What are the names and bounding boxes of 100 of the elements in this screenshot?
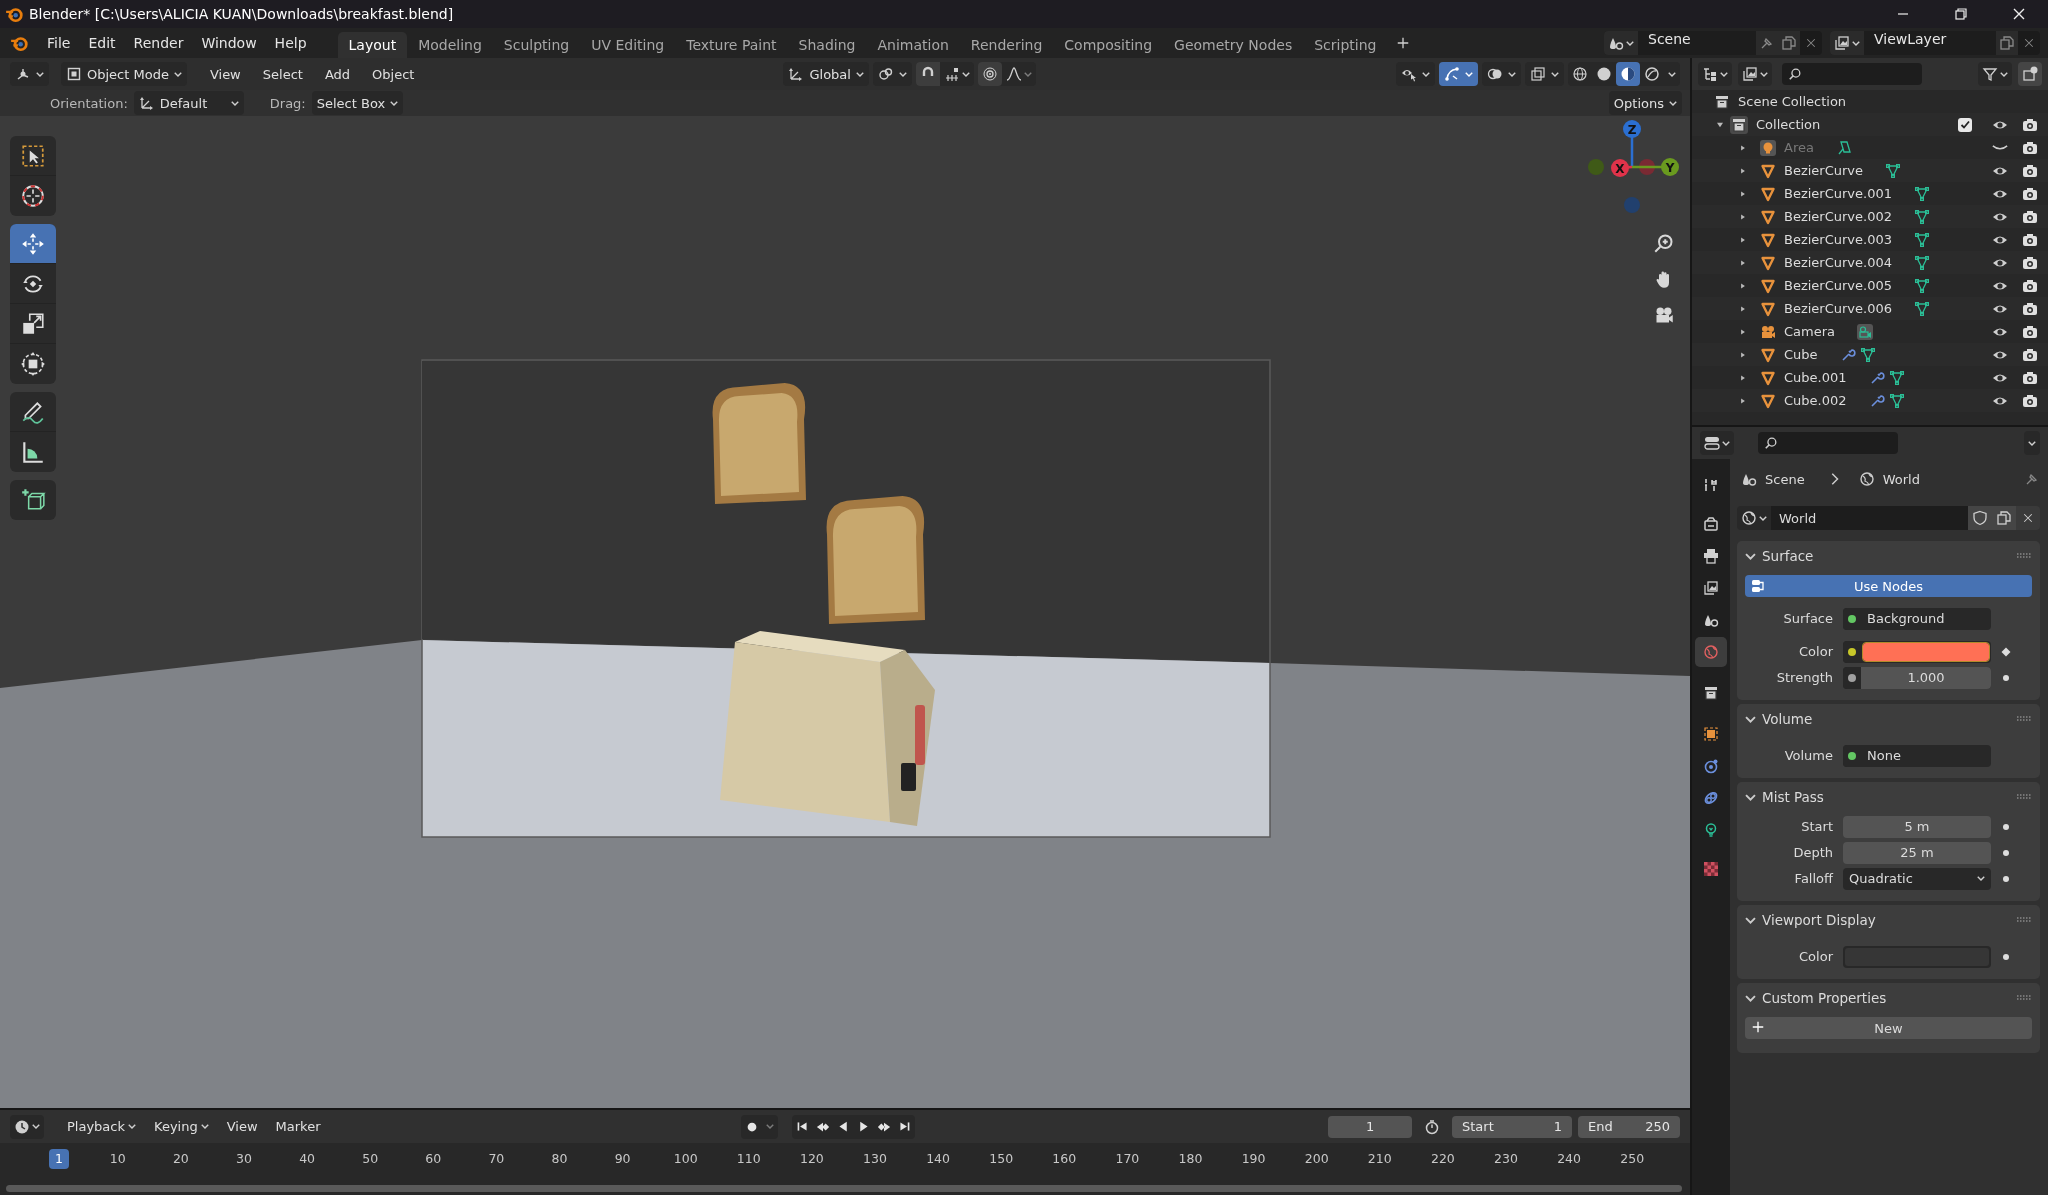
outliner-item[interactable]: Camera xyxy=(1784,324,1836,339)
panel-header[interactable]: Custom Properties xyxy=(1737,983,2040,1013)
frame-number: 250 xyxy=(1620,1151,1645,1166)
new-property-button[interactable]: New xyxy=(1745,1017,2032,1039)
mode-dropdown[interactable]: Object Mode xyxy=(61,62,187,86)
breadcrumb-item[interactable]: World xyxy=(1882,471,1920,487)
frame-number: 60 xyxy=(425,1151,442,1166)
frame-number: 20 xyxy=(172,1151,189,1166)
workspace-tab[interactable]: Sculpting xyxy=(492,32,581,58)
frame-number: 10 xyxy=(109,1151,126,1166)
menu-item[interactable]: Select xyxy=(253,62,312,86)
frame-number: 100 xyxy=(673,1151,698,1166)
workspace-tab[interactable]: Modeling xyxy=(407,32,493,58)
shader-link-field[interactable]: Background xyxy=(1843,607,1991,630)
frame-number: 80 xyxy=(551,1151,568,1166)
frame-number: 110 xyxy=(736,1151,761,1166)
workspace-tab[interactable]: Geometry Nodes xyxy=(1163,32,1304,58)
falloff-dropdown[interactable]: Quadratic xyxy=(1843,867,1991,890)
outliner-item[interactable]: Collection xyxy=(1756,117,1821,132)
frame-number: 160 xyxy=(1052,1151,1077,1166)
window-title: Blender* [C:\Users\ALICIA KUAN\Downloads\breakfast.blend] xyxy=(29,6,454,22)
menu-item[interactable]: Playback xyxy=(60,1114,143,1139)
outliner-item[interactable]: BezierCurve.001 xyxy=(1784,186,1892,201)
frame-number: 170 xyxy=(1115,1151,1140,1166)
outliner-item[interactable]: Cube xyxy=(1784,347,1818,362)
property-label: Falloff xyxy=(1793,871,1835,886)
transform-orientation-dropdown[interactable]: Global xyxy=(783,62,869,86)
orientation-label: Orientation: xyxy=(50,95,128,111)
shader-link-field[interactable]: None xyxy=(1843,744,1991,767)
frame-number: 220 xyxy=(1430,1151,1455,1166)
number-field[interactable]: 5 m xyxy=(1843,815,1991,838)
outliner-item[interactable]: BezierCurve xyxy=(1784,163,1864,178)
world-name-field[interactable]: World xyxy=(1771,506,1968,530)
options-dropdown[interactable]: Options xyxy=(1608,91,1682,115)
frame-number: 180 xyxy=(1178,1151,1203,1166)
outliner-item[interactable]: Cube.002 xyxy=(1784,393,1847,408)
menu-item[interactable]: Help xyxy=(265,31,316,55)
panel-header[interactable]: Surface xyxy=(1737,541,2040,571)
property-label: Color xyxy=(1798,949,1834,964)
end-frame-field[interactable]: End 250 xyxy=(1578,1115,1680,1138)
drag-label: Drag: xyxy=(269,95,306,111)
workspace-tab[interactable]: Layout xyxy=(337,32,408,58)
frame-number: 240 xyxy=(1557,1151,1581,1166)
number-field[interactable]: 25 m xyxy=(1843,841,1991,864)
scene-selector[interactable]: Scene xyxy=(1604,31,1822,55)
panel-header[interactable]: Volume xyxy=(1737,704,2040,734)
orientation-dropdown[interactable]: Default xyxy=(133,91,244,115)
outliner-item[interactable]: BezierCurve.004 xyxy=(1784,255,1892,270)
frame-number: 140 xyxy=(926,1151,950,1166)
current-frame-field[interactable]: 1 xyxy=(1328,1115,1412,1138)
menu-item[interactable]: Object xyxy=(363,62,424,86)
playhead[interactable]: 1 xyxy=(49,1149,69,1169)
menu-item[interactable]: View xyxy=(200,62,250,86)
menu-item[interactable]: Keying xyxy=(147,1114,216,1139)
menu-item[interactable]: Marker xyxy=(268,1114,328,1139)
frame-number: 30 xyxy=(236,1151,252,1166)
panel-header[interactable]: Mist Pass xyxy=(1737,782,2040,812)
breadcrumb-item[interactable]: Scene xyxy=(1765,471,1805,487)
outliner-item[interactable]: Scene Collection xyxy=(1738,94,1847,109)
frame-number: 50 xyxy=(362,1151,379,1166)
workspace-tab[interactable]: UV Editing xyxy=(580,32,676,58)
workspace-tab[interactable]: Shading xyxy=(787,32,867,58)
frame-number: 190 xyxy=(1241,1151,1266,1166)
workspace-tab[interactable]: Compositing xyxy=(1053,32,1164,58)
use-nodes-button[interactable]: Use Nodes xyxy=(1745,575,2032,597)
outliner-item[interactable]: BezierCurve.005 xyxy=(1784,278,1892,293)
view-layer-selector[interactable]: ViewLayer xyxy=(1830,31,2040,55)
outliner-item[interactable]: BezierCurve.006 xyxy=(1784,301,1892,316)
property-label: Color xyxy=(1798,644,1834,659)
workspace-tab[interactable]: Scripting xyxy=(1303,32,1388,58)
workspace-tab[interactable]: Rendering xyxy=(959,32,1054,58)
menu-item[interactable]: Render xyxy=(124,31,193,55)
frame-number: 200 xyxy=(1304,1151,1329,1166)
frame-number: 210 xyxy=(1367,1151,1392,1166)
menu-item[interactable]: Add xyxy=(315,62,360,86)
drag-dropdown[interactable]: Select Box xyxy=(311,91,404,115)
workspace-tab[interactable]: Texture Paint xyxy=(675,32,788,58)
outliner-item[interactable]: BezierCurve.002 xyxy=(1784,209,1892,224)
menu-item[interactable]: View xyxy=(219,1114,265,1139)
property-label: Strength xyxy=(1775,670,1834,685)
property-label: Depth xyxy=(1792,845,1834,860)
menu-item[interactable]: File xyxy=(38,31,80,55)
frame-number: 120 xyxy=(799,1151,824,1166)
property-label: Volume xyxy=(1783,748,1834,763)
property-label: Start xyxy=(1800,819,1834,834)
property-label: Surface xyxy=(1782,611,1834,626)
frame-number: 230 xyxy=(1494,1151,1518,1166)
outliner-item[interactable]: Cube.001 xyxy=(1784,370,1847,385)
frame-number: 90 xyxy=(614,1151,631,1166)
frame-number: 130 xyxy=(863,1151,887,1166)
number-field[interactable]: 1.000 xyxy=(1843,666,1991,689)
gizmo-axis[interactable]: Y xyxy=(1632,158,1679,176)
panel-header[interactable]: Viewport Display xyxy=(1737,905,2040,935)
workspace-tab[interactable]: Animation xyxy=(866,32,960,58)
menu-item[interactable]: Window xyxy=(192,31,266,55)
start-frame-field[interactable]: Start 1 xyxy=(1452,1115,1572,1138)
menu-item[interactable]: Edit xyxy=(79,31,125,55)
outliner-item[interactable]: BezierCurve.003 xyxy=(1784,232,1892,247)
frame-number: 40 xyxy=(299,1151,316,1166)
frame-number: 150 xyxy=(989,1151,1014,1166)
